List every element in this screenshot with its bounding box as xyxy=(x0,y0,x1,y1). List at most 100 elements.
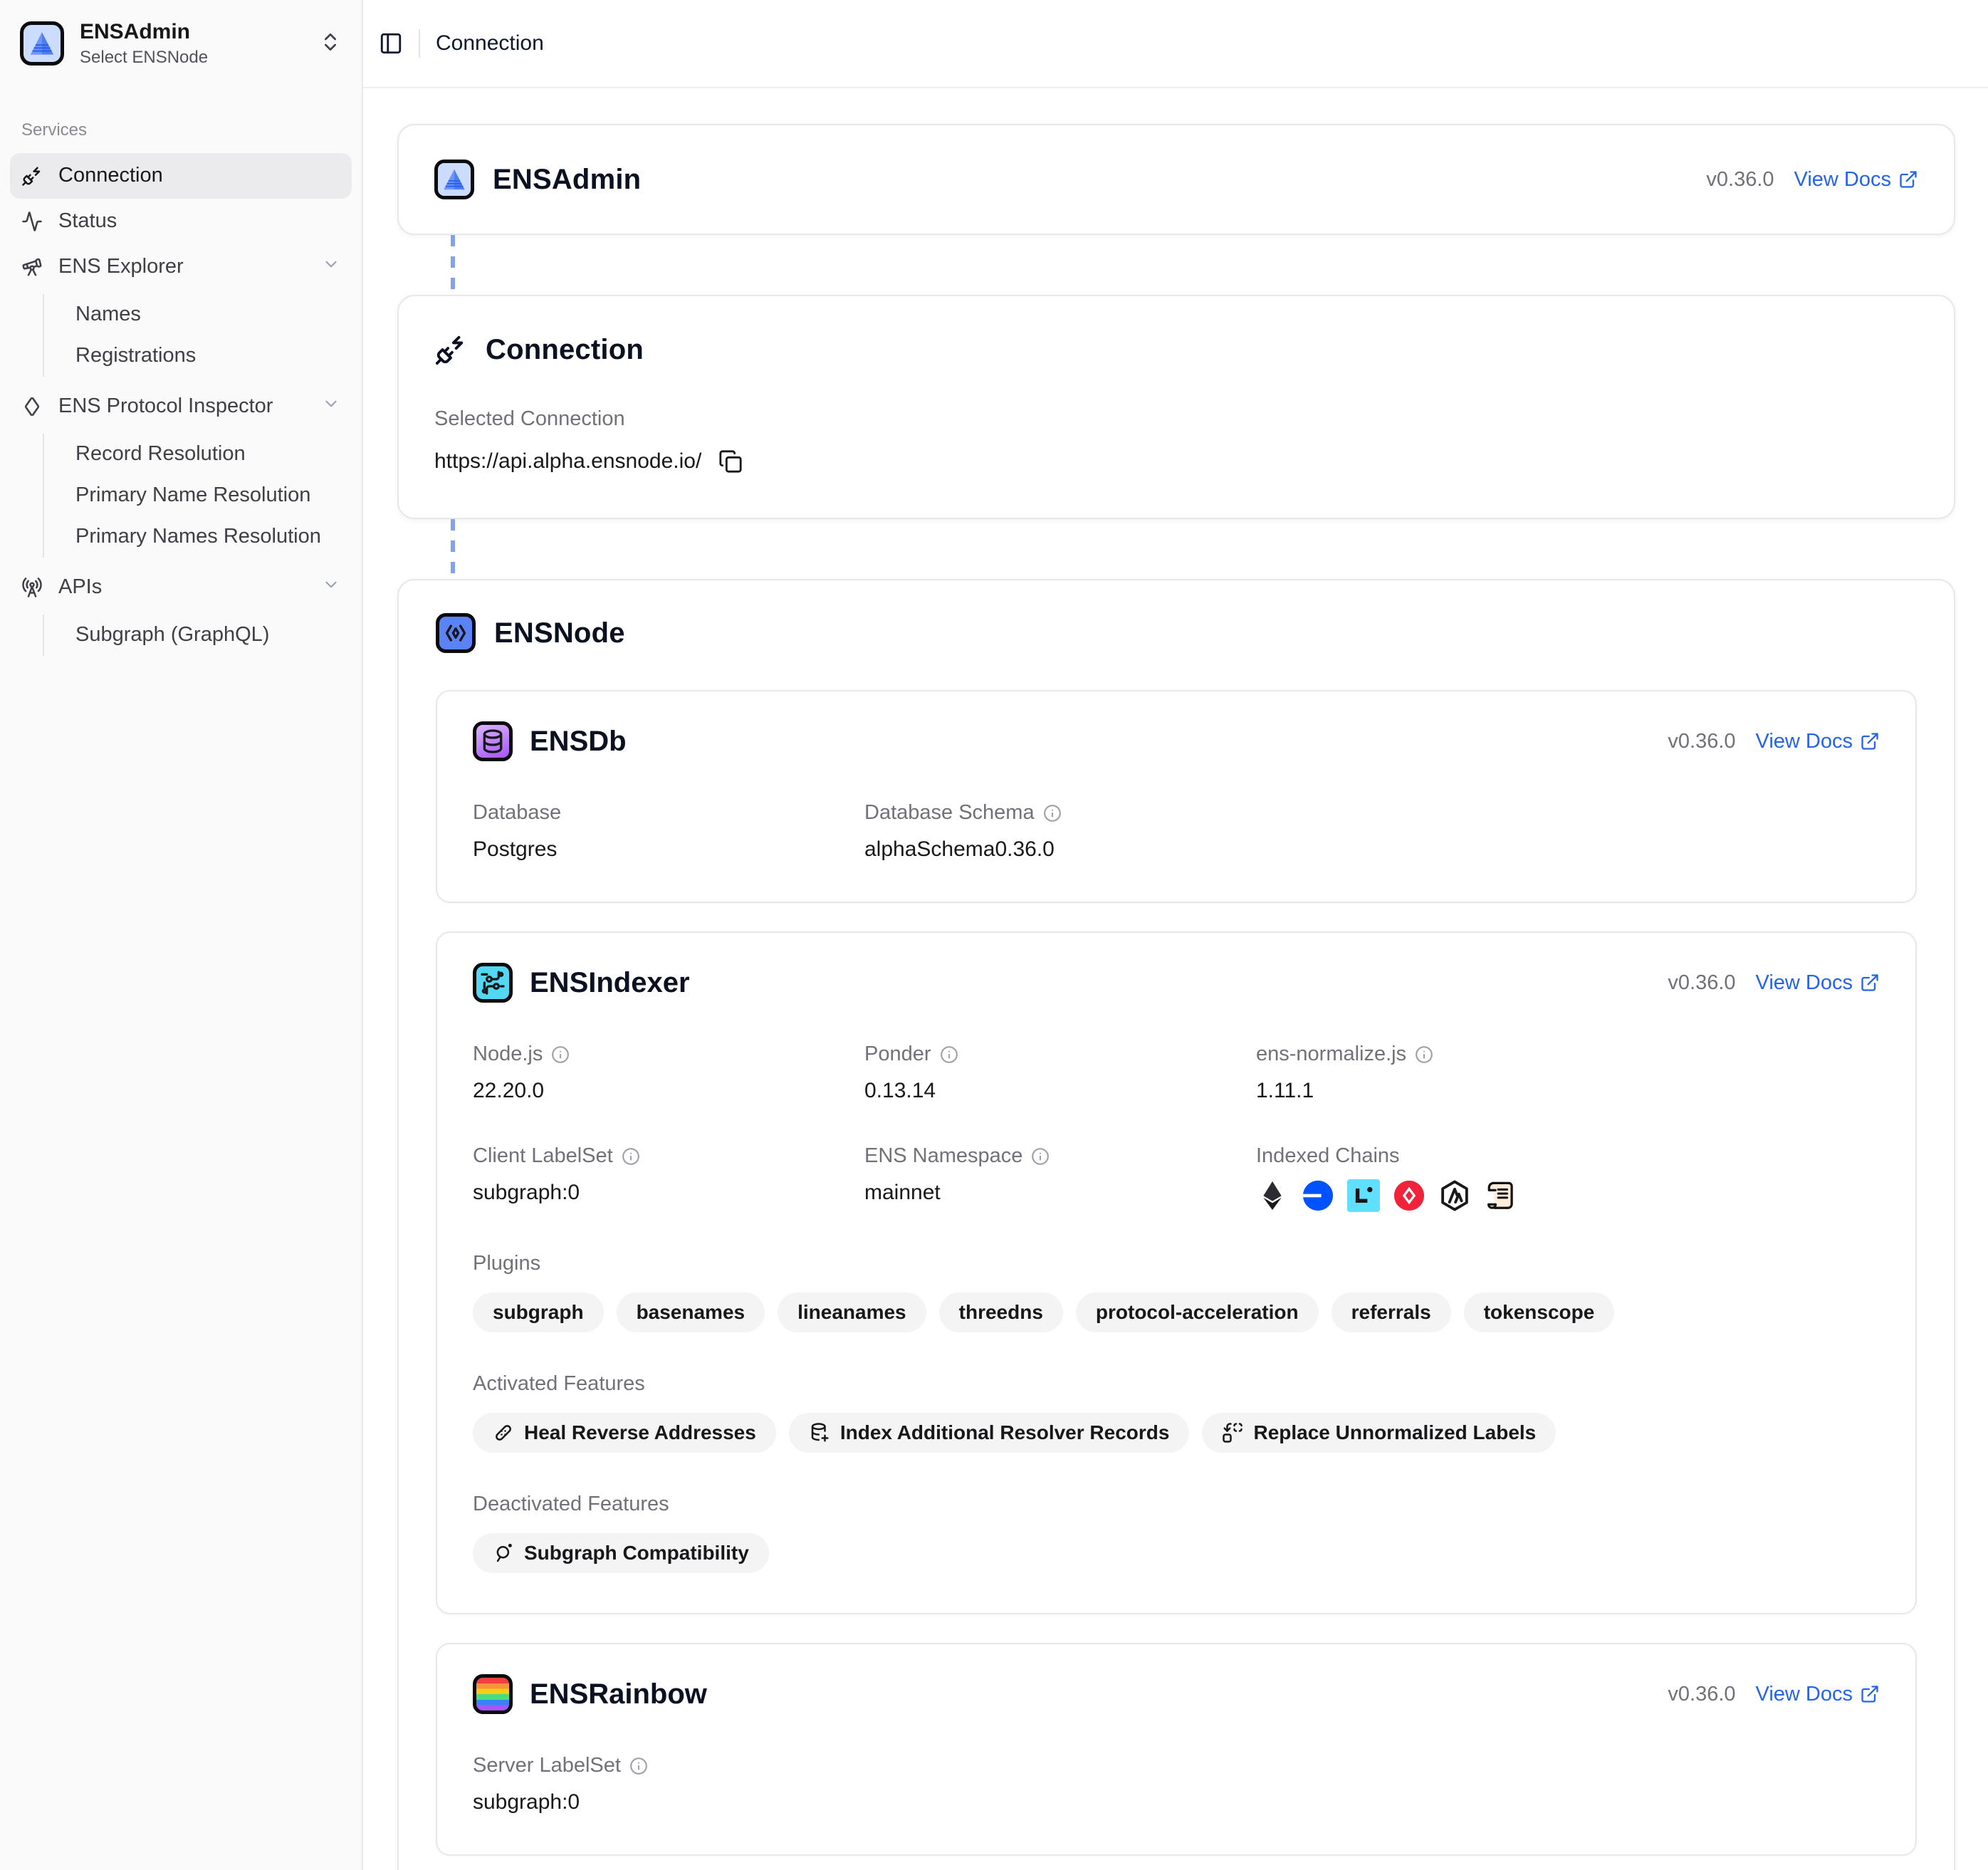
ensadmin-card: ENSAdmin v0.36.0 View Docs xyxy=(397,124,1955,235)
field-label: Database Schema xyxy=(864,801,1035,825)
topbar: Connection xyxy=(363,0,1988,88)
field-database-schema: Database Schema alphaSchema0.36.0 xyxy=(864,801,1256,862)
info-icon[interactable] xyxy=(940,1045,958,1064)
plugin-badge: referrals xyxy=(1332,1292,1451,1332)
copy-icon[interactable] xyxy=(718,449,743,474)
field-value: mainnet xyxy=(864,1181,1256,1205)
version-badge: v0.36.0 xyxy=(1668,1683,1735,1706)
sidebar-item-primary-names-resolution[interactable]: Primary Names Resolution xyxy=(67,516,352,558)
view-docs-link[interactable]: View Docs xyxy=(1794,168,1918,192)
ensrainbow-fields: Server LabelSet subgraph:0 xyxy=(473,1754,1880,1814)
field-label: Ponder xyxy=(864,1043,931,1066)
field-value: 1.11.1 xyxy=(1256,1079,1880,1103)
sidebar-item-connection[interactable]: Connection xyxy=(10,153,352,199)
sidebar-item-label: Names xyxy=(75,303,141,326)
field-value: 0.13.14 xyxy=(864,1079,1256,1103)
sidebar-item-subgraph-graphql[interactable]: Subgraph (GraphQL) xyxy=(67,615,352,656)
ens-explorer-subnav: Names Registrations xyxy=(43,294,352,377)
ensdb-card: ENSDb v0.36.0 View Docs Database Postgre… xyxy=(436,690,1917,903)
ensnode-card-header: ENSNode xyxy=(436,613,1917,653)
app-subtitle: Select ENSNode xyxy=(80,48,208,68)
field-value: subgraph:0 xyxy=(473,1181,864,1205)
field-value: alphaSchema0.36.0 xyxy=(864,837,1256,862)
field-label: Node.js xyxy=(473,1043,543,1066)
info-icon[interactable] xyxy=(629,1757,648,1775)
sidebar-item-label: Connection xyxy=(58,164,163,187)
external-link-icon xyxy=(1860,731,1880,751)
sidebar-item-label: Registrations xyxy=(75,344,196,367)
info-icon[interactable] xyxy=(1415,1045,1433,1064)
base-chain-icon[interactable] xyxy=(1302,1179,1334,1212)
field-label: Indexed Chains xyxy=(1256,1144,1400,1168)
ensadmin-logo xyxy=(434,160,474,199)
plugin-badge: subgraph xyxy=(473,1292,604,1332)
sidebar-item-registrations[interactable]: Registrations xyxy=(67,335,352,377)
ensadmin-logo xyxy=(20,21,64,66)
field-label: Database xyxy=(473,801,561,825)
sidebar-item-apis[interactable]: APIs xyxy=(10,565,352,610)
app-name: ENSAdmin xyxy=(80,20,208,45)
plugin-badge: threedns xyxy=(939,1292,1063,1332)
field-client-labelset: Client LabelSet subgraph:0 xyxy=(473,1144,864,1212)
panel-left-icon[interactable] xyxy=(379,31,403,56)
ensindexer-card: ENSIndexer v0.36.0 View Docs Node.js 22.… xyxy=(436,931,1917,1614)
linea-chain-icon[interactable] xyxy=(1347,1179,1380,1212)
view-docs-link[interactable]: View Docs xyxy=(1756,971,1880,995)
chevrons-up-down-icon xyxy=(319,31,342,57)
arbitrum-chain-icon[interactable] xyxy=(1438,1179,1471,1212)
info-icon[interactable] xyxy=(1031,1147,1050,1166)
chevron-down-icon xyxy=(322,575,340,600)
activity-icon xyxy=(21,211,43,232)
database-icon xyxy=(478,727,507,756)
field-label: Client LabelSet xyxy=(473,1144,613,1168)
ensnode-selector[interactable]: ENSAdmin Select ENSNode xyxy=(10,13,352,75)
activated-features-row: Heal Reverse Addresses Index Additional … xyxy=(473,1413,1880,1453)
plugin-label: subgraph xyxy=(493,1301,584,1324)
ensindexer-card-header: ENSIndexer v0.36.0 View Docs xyxy=(473,963,1880,1003)
card-title: ENSNode xyxy=(494,617,625,649)
ensindexer-fields-row1: Node.js 22.20.0 Ponder 0.13.14 ens-norma… xyxy=(473,1043,1880,1212)
sidebar-item-label: Primary Name Resolution xyxy=(75,484,310,507)
view-docs-link[interactable]: View Docs xyxy=(1756,730,1880,753)
sidebar-item-ens-explorer[interactable]: ENS Explorer xyxy=(10,244,352,290)
external-link-icon xyxy=(1860,973,1880,993)
field-ponder: Ponder 0.13.14 xyxy=(864,1043,1256,1103)
sidebar-item-names[interactable]: Names xyxy=(67,294,352,335)
topbar-divider xyxy=(419,29,420,58)
optimism-chain-icon[interactable] xyxy=(1393,1179,1425,1212)
sidebar-item-label: Primary Names Resolution xyxy=(75,525,321,548)
info-icon[interactable] xyxy=(1043,804,1062,822)
feature-label: Subgraph Compatibility xyxy=(524,1542,749,1565)
ens-diamond-icon xyxy=(21,396,43,417)
card-connector-line xyxy=(451,519,455,579)
sidebar-item-label: APIs xyxy=(58,575,102,599)
view-docs-link[interactable]: View Docs xyxy=(1756,1683,1880,1706)
scroll-chain-icon[interactable] xyxy=(1484,1179,1517,1212)
database-plus-icon xyxy=(809,1422,830,1443)
sidebar-item-record-resolution[interactable]: Record Resolution xyxy=(67,434,352,475)
plugin-label: basenames xyxy=(637,1301,746,1324)
ensdb-logo xyxy=(473,721,513,761)
plugins-label: Plugins xyxy=(473,1252,1880,1275)
ensrainbow-logo xyxy=(473,1674,513,1714)
sidebar-item-status[interactable]: Status xyxy=(10,199,352,244)
card-title: ENSAdmin xyxy=(493,164,641,196)
field-nodejs: Node.js 22.20.0 xyxy=(473,1043,864,1103)
ethereum-chain-icon[interactable] xyxy=(1256,1179,1289,1212)
plug-zap-icon xyxy=(434,333,467,366)
services-section-label: Services xyxy=(10,120,352,140)
sidebar-item-label: ENS Explorer xyxy=(58,255,184,278)
subgraph-pin-icon xyxy=(493,1542,514,1564)
ensrainbow-card-header: ENSRainbow v0.36.0 View Docs xyxy=(473,1674,1880,1714)
info-icon[interactable] xyxy=(551,1045,570,1064)
sidebar-item-primary-name-resolution[interactable]: Primary Name Resolution xyxy=(67,475,352,516)
sidebar-item-ens-protocol-inspector[interactable]: ENS Protocol Inspector xyxy=(10,384,352,429)
plugin-label: threedns xyxy=(959,1301,1043,1324)
field-ens-namespace: ENS Namespace mainnet xyxy=(864,1144,1256,1212)
view-docs-label: View Docs xyxy=(1756,730,1853,753)
field-value: 22.20.0 xyxy=(473,1079,864,1103)
ensnode-logo xyxy=(436,613,476,653)
feature-label: Index Additional Resolver Records xyxy=(840,1421,1170,1444)
info-icon[interactable] xyxy=(622,1147,640,1166)
plugin-label: referrals xyxy=(1351,1301,1431,1324)
